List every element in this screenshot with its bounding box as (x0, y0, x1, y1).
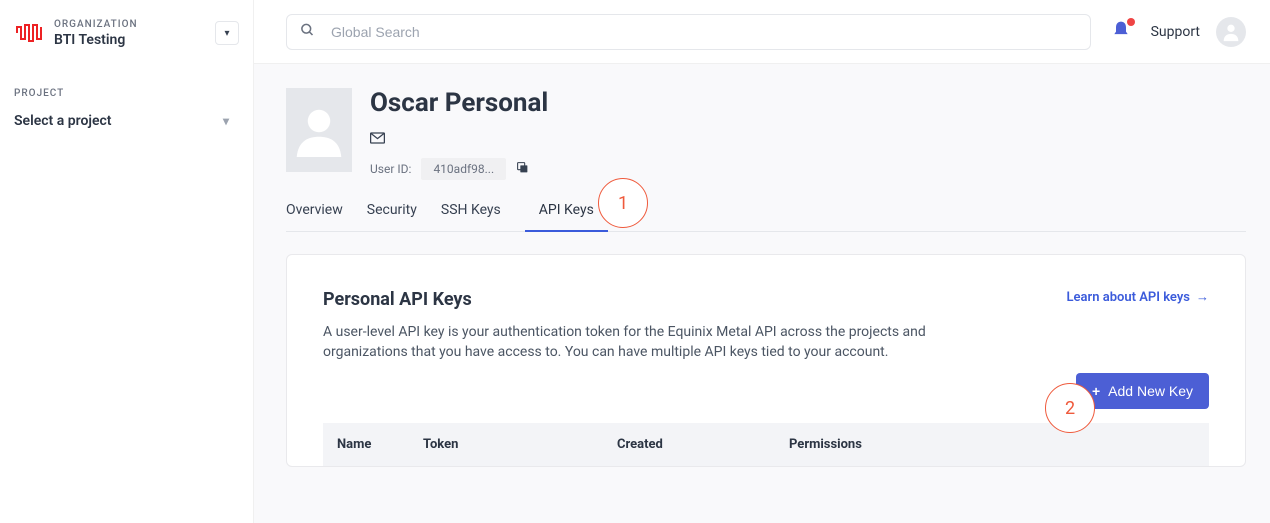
panel-description: A user-level API key is your authenticat… (323, 322, 943, 363)
user-avatar-large (286, 88, 352, 172)
profile-tabs: Overview Security SSH Keys API Keys 1 (286, 202, 1246, 232)
userid-value: 410adf98... (433, 162, 494, 176)
callout-marker-2: 2 (1045, 383, 1095, 433)
project-selector[interactable]: Select a project ▾ (14, 113, 239, 129)
equinix-logo (14, 18, 44, 48)
notification-dot (1127, 18, 1135, 26)
caret-down-icon: ▾ (224, 28, 229, 39)
tab-api-keys[interactable]: API Keys (525, 202, 608, 232)
arrow-right-icon: → (1196, 289, 1209, 305)
notifications-button[interactable] (1107, 20, 1135, 44)
org-label: ORGANIZATION (54, 19, 205, 30)
tab-ssh-keys[interactable]: SSH Keys (441, 202, 501, 231)
panel-title: Personal API Keys (323, 289, 472, 310)
learn-about-api-keys-link[interactable]: Learn about API keys → (1067, 289, 1209, 305)
email-field[interactable] (393, 130, 523, 150)
copy-userid-button[interactable] (516, 161, 529, 177)
learn-link-text: Learn about API keys (1067, 290, 1190, 305)
topbar: Support (254, 0, 1270, 64)
col-created: Created (617, 437, 789, 452)
org-selector[interactable]: ORGANIZATION BTI Testing ▾ (14, 18, 239, 48)
callout-marker-1: 1 (598, 178, 648, 228)
search-input[interactable] (286, 14, 1091, 50)
col-name: Name (337, 437, 423, 452)
userid-label: User ID: (370, 162, 411, 176)
userid-badge: 410adf98... (421, 158, 506, 180)
user-display-name: Oscar Personal (370, 88, 548, 118)
project-select-text: Select a project (14, 113, 112, 129)
org-name: BTI Testing (54, 32, 205, 48)
support-link[interactable]: Support (1151, 24, 1200, 40)
col-token: Token (423, 437, 617, 452)
search-icon (300, 22, 315, 41)
tab-security[interactable]: Security (367, 202, 417, 231)
api-keys-panel: Personal API Keys Learn about API keys →… (286, 254, 1246, 467)
add-key-label: Add New Key (1108, 383, 1193, 399)
org-dropdown-toggle[interactable]: ▾ (215, 21, 239, 45)
avatar-icon (1220, 21, 1242, 43)
user-header: Oscar Personal User ID: 410adf98... (286, 88, 1246, 180)
email-icon (370, 132, 385, 148)
plus-icon: + (1092, 383, 1100, 399)
chevron-down-icon: ▾ (223, 114, 229, 128)
sidebar: ORGANIZATION BTI Testing ▾ PROJECT Selec… (0, 0, 254, 523)
project-label: PROJECT (14, 88, 239, 99)
add-new-key-button[interactable]: + Add New Key (1076, 373, 1209, 409)
tab-overview[interactable]: Overview (286, 202, 343, 231)
user-avatar-menu[interactable] (1216, 17, 1246, 47)
col-permissions: Permissions (789, 437, 1195, 452)
